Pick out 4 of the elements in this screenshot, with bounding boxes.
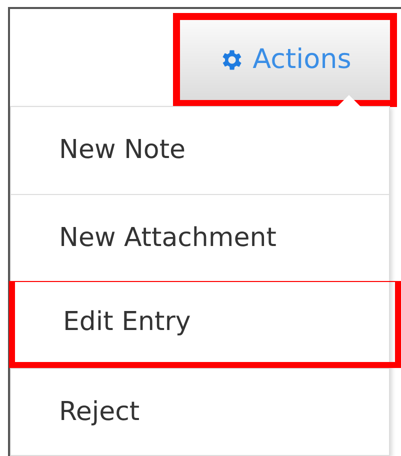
menu-item[interactable]: New Attachment xyxy=(11,194,389,281)
menu-item[interactable]: Reject xyxy=(11,368,389,455)
menu-item[interactable]: New Note xyxy=(11,107,389,194)
menu-item[interactable]: Edit Entry xyxy=(9,281,401,368)
